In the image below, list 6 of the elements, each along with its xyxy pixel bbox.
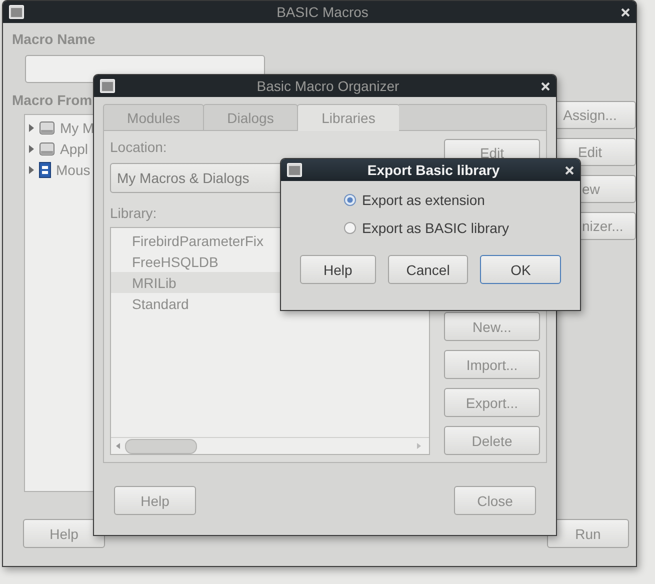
field-label: Macro Name bbox=[12, 31, 96, 47]
section-label: Macro From bbox=[12, 92, 94, 108]
field-label: Location: bbox=[110, 139, 168, 155]
field-label: Library: bbox=[110, 205, 158, 221]
window-title: BASIC Macros bbox=[276, 4, 370, 20]
window-title: Basic Macro Organizer bbox=[256, 78, 400, 94]
